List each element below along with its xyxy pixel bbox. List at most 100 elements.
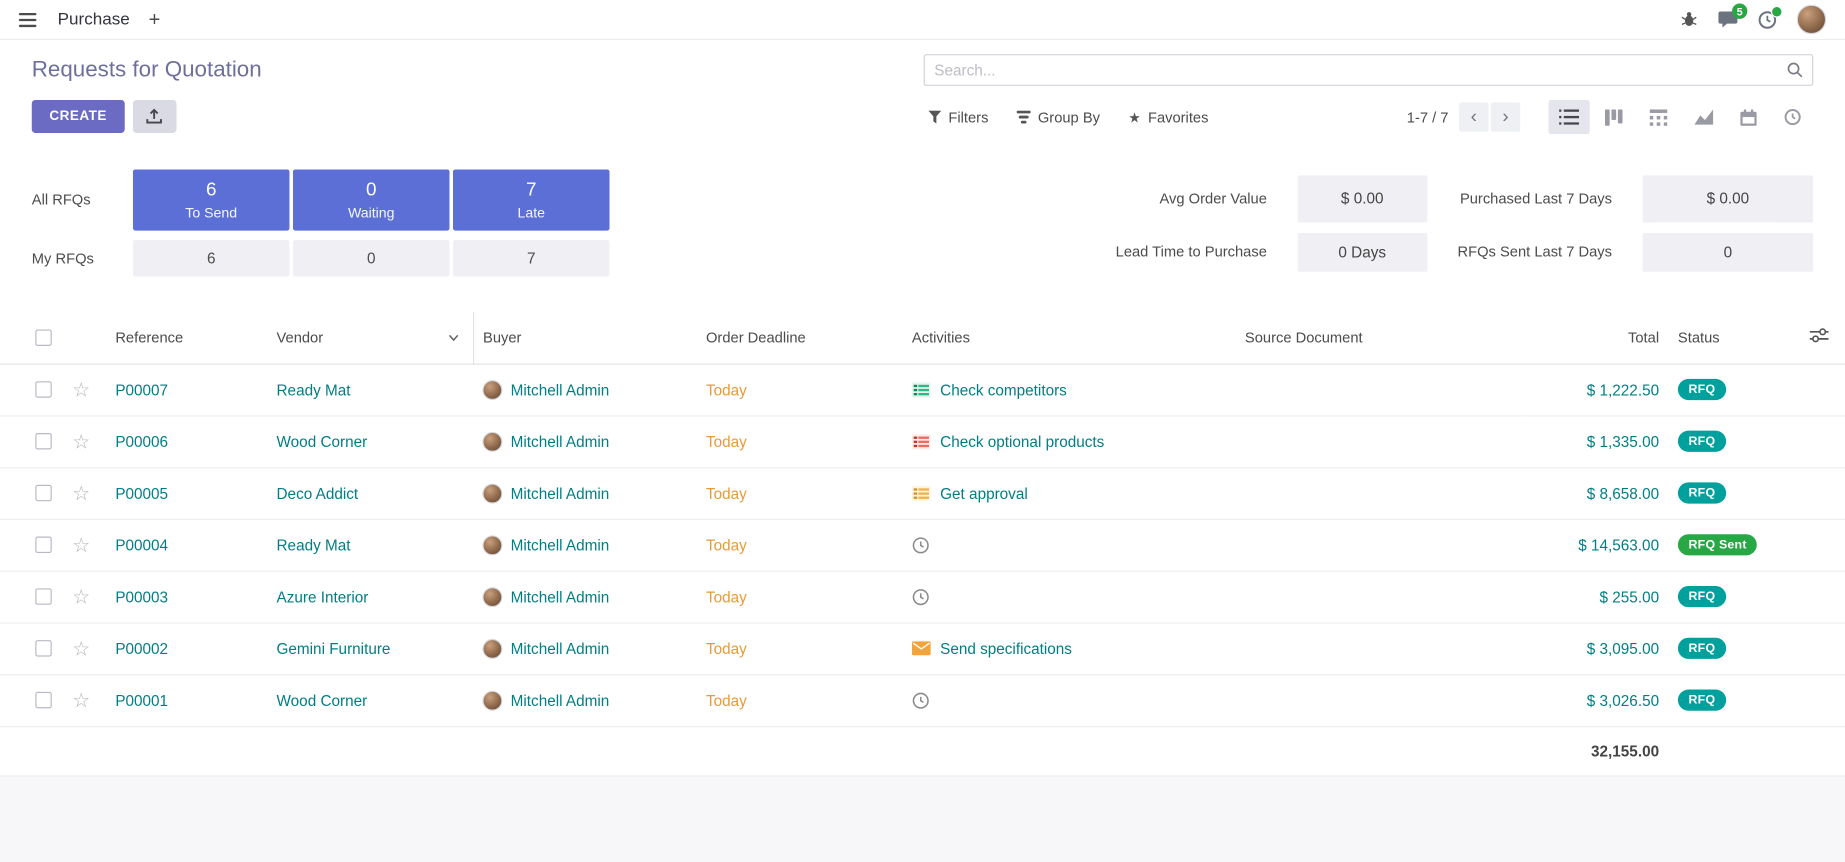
favorite-star-icon[interactable]: ☆ — [72, 482, 90, 504]
apps-menu-icon[interactable] — [16, 8, 38, 32]
row-select-checkbox[interactable] — [35, 640, 51, 656]
reference-link[interactable]: P00007 — [115, 381, 168, 399]
activity-checklist-icon[interactable] — [912, 434, 931, 449]
group-by-button[interactable]: Group By — [1012, 104, 1105, 130]
vendor-link[interactable]: Azure Interior — [277, 588, 369, 606]
pager-previous-button[interactable]: ‹ — [1459, 102, 1488, 131]
reference-link[interactable]: P00004 — [115, 536, 168, 554]
waiting-button[interactable]: 0 Waiting — [293, 169, 449, 230]
rfq-row[interactable]: ☆ P00005 Deco Addict Mitchell Admin Toda… — [0, 467, 1845, 519]
favorites-button[interactable]: ★ Favorites — [1124, 104, 1214, 130]
row-select-checkbox[interactable] — [35, 381, 51, 397]
my-rfqs-label[interactable]: My RFQs — [32, 250, 130, 266]
activity-view-button[interactable] — [1772, 100, 1813, 134]
vendor-link[interactable]: Deco Addict — [277, 484, 359, 502]
messages-icon[interactable]: 5 — [1718, 11, 1738, 29]
plus-icon[interactable]: + — [149, 9, 161, 29]
favorite-star-icon[interactable]: ☆ — [72, 637, 90, 659]
header-source-document[interactable]: Source Document — [1235, 312, 1527, 364]
source-document-cell — [1235, 519, 1527, 571]
header-total[interactable]: Total — [1527, 312, 1668, 364]
favorite-star-icon[interactable]: ☆ — [72, 430, 90, 452]
buyer-link[interactable]: Mitchell Admin — [511, 484, 610, 502]
vendor-link[interactable]: Ready Mat — [277, 381, 351, 399]
rfq-row[interactable]: ☆ P00004 Ready Mat Mitchell Admin Today … — [0, 519, 1845, 571]
upload-icon — [146, 108, 162, 124]
vendor-link[interactable]: Ready Mat — [277, 536, 351, 554]
header-reference[interactable]: Reference — [106, 312, 267, 364]
activity-clock-icon[interactable] — [912, 691, 930, 709]
list-view-icon — [1559, 109, 1579, 124]
row-select-checkbox[interactable] — [35, 433, 51, 449]
activity-summary[interactable]: Send specifications — [940, 640, 1072, 658]
pager-next-button[interactable]: › — [1491, 102, 1520, 131]
buyer-link[interactable]: Mitchell Admin — [511, 536, 610, 554]
header-vendor[interactable]: Vendor — [267, 312, 473, 364]
calendar-view-button[interactable] — [1727, 100, 1768, 134]
late-button[interactable]: 7 Late — [453, 169, 609, 230]
select-all-checkbox[interactable] — [35, 329, 51, 345]
rfq-row[interactable]: ☆ P00002 Gemini Furniture Mitchell Admin… — [0, 622, 1845, 674]
create-button[interactable]: CREATE — [32, 100, 125, 133]
header-status[interactable]: Status — [1669, 312, 1793, 364]
favorite-star-icon[interactable]: ☆ — [72, 585, 90, 607]
header-order-deadline[interactable]: Order Deadline — [697, 312, 903, 364]
my-waiting-button[interactable]: 0 — [293, 240, 449, 276]
row-select-checkbox[interactable] — [35, 588, 51, 604]
all-rfqs-label[interactable]: All RFQs — [32, 192, 130, 208]
activity-summary[interactable]: Check competitors — [940, 381, 1067, 399]
activity-clock-icon[interactable] — [912, 588, 930, 606]
rfq-row[interactable]: ☆ P00006 Wood Corner Mitchell Admin Toda… — [0, 415, 1845, 467]
debug-bug-icon[interactable] — [1680, 11, 1698, 29]
vendor-link[interactable]: Wood Corner — [277, 691, 368, 709]
header-buyer[interactable]: Buyer — [473, 312, 697, 364]
to-send-button[interactable]: 6 To Send — [133, 169, 289, 230]
vendor-link[interactable]: Wood Corner — [277, 432, 368, 450]
list-view-button[interactable] — [1548, 100, 1589, 134]
favorite-star-icon[interactable]: ☆ — [72, 534, 90, 556]
activity-clock-icon[interactable] — [912, 536, 930, 554]
import-button[interactable] — [133, 100, 177, 133]
favorite-star-icon[interactable]: ☆ — [72, 378, 90, 400]
filters-button[interactable]: Filters — [924, 104, 993, 130]
search-input[interactable] — [924, 54, 1814, 86]
buyer-link[interactable]: Mitchell Admin — [511, 381, 610, 399]
activity-email-icon[interactable] — [912, 641, 931, 655]
reference-link[interactable]: P00002 — [115, 640, 168, 658]
user-avatar[interactable] — [1797, 5, 1826, 34]
my-late-button[interactable]: 7 — [453, 240, 609, 276]
favorite-star-icon[interactable]: ☆ — [72, 689, 90, 711]
vendor-link[interactable]: Gemini Furniture — [277, 640, 391, 658]
row-select-checkbox[interactable] — [35, 485, 51, 501]
pivot-view-button[interactable] — [1638, 100, 1679, 134]
activity-summary[interactable]: Get approval — [940, 484, 1028, 502]
optional-columns-icon[interactable] — [1809, 331, 1828, 347]
buyer-link[interactable]: Mitchell Admin — [511, 691, 610, 709]
table-footer-row: 32,155.00 — [0, 726, 1845, 775]
lead-time-value: 0 Days — [1297, 232, 1426, 271]
buyer-link[interactable]: Mitchell Admin — [511, 640, 610, 658]
reference-link[interactable]: P00003 — [115, 588, 168, 606]
rfq-row[interactable]: ☆ P00001 Wood Corner Mitchell Admin Toda… — [0, 674, 1845, 726]
reference-link[interactable]: P00001 — [115, 691, 168, 709]
rfq-row[interactable]: ☆ P00007 Ready Mat Mitchell Admin Today … — [0, 364, 1845, 416]
activities-clock-icon[interactable] — [1758, 10, 1777, 29]
buyer-link[interactable]: Mitchell Admin — [511, 432, 610, 450]
favorites-star-icon: ★ — [1128, 110, 1141, 124]
search-icon[interactable] — [1786, 61, 1804, 82]
reference-link[interactable]: P00005 — [115, 484, 168, 502]
my-to-send-button[interactable]: 6 — [133, 240, 289, 276]
row-select-checkbox[interactable] — [35, 692, 51, 708]
graph-view-button[interactable] — [1683, 100, 1724, 134]
rfq-row[interactable]: ☆ P00003 Azure Interior Mitchell Admin T… — [0, 571, 1845, 623]
row-select-checkbox[interactable] — [35, 537, 51, 553]
header-activities[interactable]: Activities — [902, 312, 1235, 364]
buyer-link[interactable]: Mitchell Admin — [511, 588, 610, 606]
activity-checklist-icon[interactable] — [912, 485, 931, 500]
reference-link[interactable]: P00006 — [115, 432, 168, 450]
activity-summary[interactable]: Check optional products — [940, 432, 1104, 450]
activities-badge — [1771, 5, 1783, 17]
activity-checklist-icon[interactable] — [912, 382, 931, 397]
kanban-view-button[interactable] — [1593, 100, 1634, 134]
app-name[interactable]: Purchase — [58, 10, 130, 29]
